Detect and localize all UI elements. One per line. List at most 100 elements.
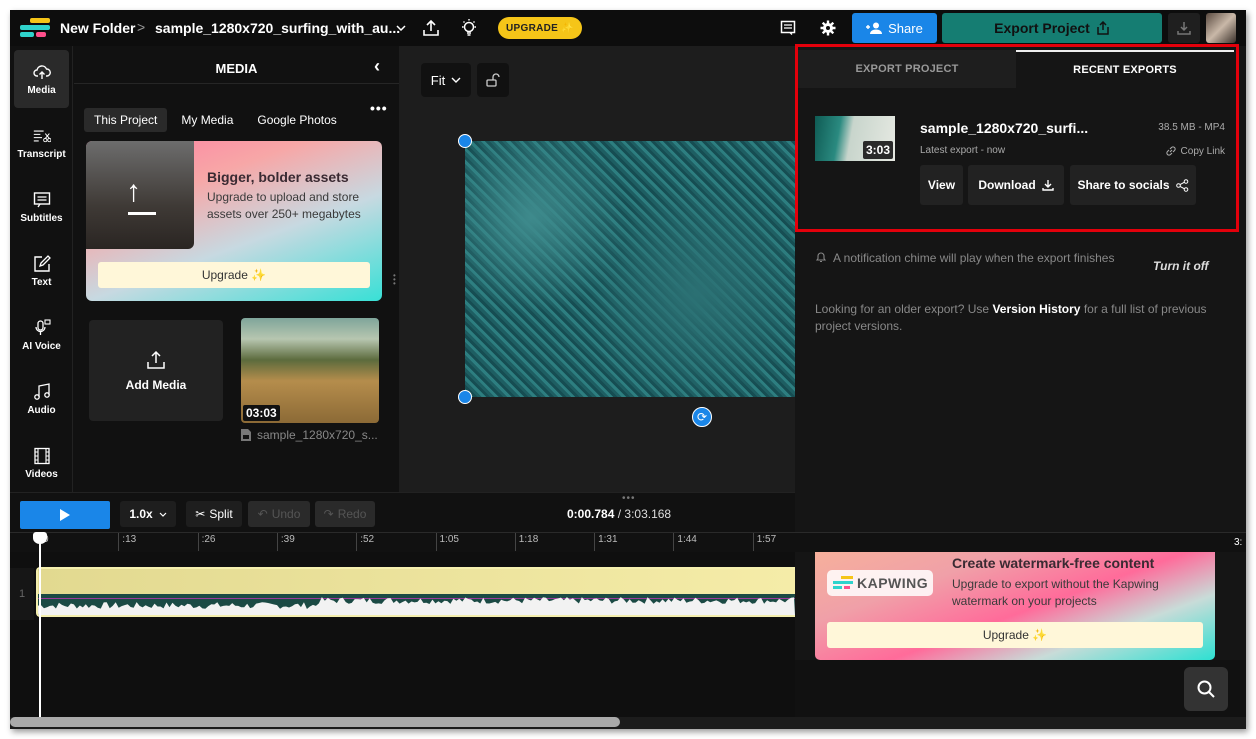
- cloud-upload-icon: [32, 64, 51, 79]
- add-media-button[interactable]: Add Media: [89, 320, 223, 421]
- tab-this-project[interactable]: This Project: [84, 108, 168, 132]
- tab-my-media[interactable]: My Media: [171, 108, 243, 132]
- undo-button[interactable]: ↶ Undo: [248, 501, 310, 527]
- app-window: New Folder > sample_1280x720_surfing_wit…: [10, 10, 1246, 729]
- watermark-promo-card: KAPWING Create watermark-free content Up…: [815, 543, 1215, 660]
- export-project-button[interactable]: Export Project: [942, 13, 1162, 43]
- nav-label: Text: [31, 276, 52, 288]
- video-clip[interactable]: [36, 567, 795, 617]
- nav-label: AI Voice: [22, 340, 61, 352]
- transcript-icon: [33, 130, 51, 142]
- video-preview[interactable]: [465, 141, 795, 397]
- ruler-tick-fragment: 3:: [1234, 537, 1243, 548]
- download-icon: [1177, 22, 1191, 35]
- ruler-tick: :13: [118, 533, 136, 551]
- watermark-upgrade-button[interactable]: Upgrade ✨: [827, 622, 1203, 648]
- timeline-scrollbar-thumb[interactable]: [10, 717, 620, 727]
- clip-video-strip: [38, 569, 795, 594]
- nav-item-transcript[interactable]: Transcript: [14, 114, 69, 172]
- download-button[interactable]: [1168, 13, 1200, 43]
- upload-icon[interactable]: [420, 17, 442, 39]
- media-panel: MEDIA ‹ ••• This Project My Media Google…: [74, 46, 399, 492]
- nav-label: Media: [27, 84, 56, 96]
- rotate-handle-icon[interactable]: ⟳: [692, 407, 712, 427]
- file-icon: [241, 429, 251, 441]
- view-button[interactable]: View: [920, 165, 963, 205]
- download-export-button[interactable]: Download: [968, 165, 1064, 205]
- unlock-icon: [486, 73, 500, 87]
- split-button[interactable]: ✂ Split: [186, 501, 242, 527]
- zoom-fit-dropdown[interactable]: Fit: [421, 63, 471, 97]
- nav-label: Subtitles: [20, 212, 63, 224]
- microphone-icon: [34, 318, 51, 335]
- nav-item-subtitles[interactable]: Subtitles: [14, 178, 69, 236]
- tab-recent-exports[interactable]: RECENT EXPORTS: [1016, 50, 1234, 88]
- chevron-down-icon[interactable]: [394, 20, 408, 36]
- share-nodes-icon: [1175, 178, 1188, 192]
- chevron-down-icon: [451, 77, 461, 83]
- bell-icon: [815, 252, 827, 263]
- media-item-thumbnail[interactable]: 03:03: [241, 318, 379, 423]
- ruler-tick: 1:44: [673, 533, 697, 551]
- watermark-promo-heading: Create watermark-free content: [952, 555, 1155, 571]
- user-avatar[interactable]: [1206, 13, 1236, 43]
- track-number: 1: [10, 568, 34, 620]
- copy-link-button[interactable]: Copy Link: [1165, 145, 1225, 157]
- upgrade-promo-card: ↑ Bigger, bolder assets Upgrade to uploa…: [86, 141, 382, 301]
- tab-export-project[interactable]: EXPORT PROJECT: [798, 50, 1016, 88]
- aspect-lock-button[interactable]: [477, 63, 509, 97]
- playhead[interactable]: [39, 534, 41, 729]
- search-button[interactable]: [1184, 667, 1228, 711]
- playhead-handle[interactable]: [33, 532, 47, 544]
- share-label: Share: [888, 20, 923, 36]
- playback-speed-dropdown[interactable]: 1.0x: [120, 501, 176, 527]
- ruler-tick: 1:57: [752, 533, 776, 551]
- nav-item-media[interactable]: Media: [14, 50, 69, 108]
- version-history-link[interactable]: Version History: [992, 302, 1080, 316]
- play-button[interactable]: [20, 501, 110, 529]
- nav-item-audio[interactable]: Audio: [14, 370, 69, 428]
- lightbulb-icon[interactable]: [458, 17, 480, 39]
- scissors-icon: ✂: [195, 507, 206, 521]
- version-history-hint: Looking for an older export? Use Version…: [815, 302, 1207, 333]
- settings-gear-icon[interactable]: [818, 18, 838, 38]
- kapwing-logo[interactable]: [20, 18, 50, 38]
- more-options-icon[interactable]: •••: [370, 100, 388, 116]
- total-time: 3:03.168: [624, 507, 672, 521]
- timeline-resize-handle[interactable]: •••: [622, 493, 636, 504]
- upgrade-button[interactable]: UPGRADE ✨: [498, 17, 582, 39]
- current-time: 0:00.784: [567, 507, 615, 521]
- export-thumbnail[interactable]: 3:03: [815, 116, 895, 161]
- comments-icon[interactable]: [778, 18, 798, 38]
- ruler-tick: :52: [356, 533, 374, 551]
- export-file-size: 38.5 MB - MP4: [1158, 122, 1225, 133]
- collapse-panel-icon[interactable]: ‹: [374, 56, 380, 77]
- share-button[interactable]: Share: [852, 13, 937, 43]
- ruler-tick: 1:18: [514, 533, 538, 551]
- resize-handle-top-left[interactable]: [458, 134, 472, 148]
- canvas-area: Fit • • • ⟳: [393, 46, 795, 492]
- promo-heading: Bigger, bolder assets: [207, 169, 349, 185]
- panel-title: MEDIA: [74, 46, 399, 84]
- nav-item-text[interactable]: Text: [14, 242, 69, 300]
- promo-image: ↑: [86, 141, 194, 249]
- nav-item-videos[interactable]: Videos: [14, 434, 69, 492]
- ruler-tick: :26: [197, 533, 216, 551]
- tab-google-photos[interactable]: Google Photos: [247, 108, 346, 132]
- redo-button[interactable]: ↷ Redo: [315, 501, 375, 527]
- watermark-promo-body: Upgrade to export without the Kapwing wa…: [952, 577, 1159, 608]
- promo-upgrade-button[interactable]: Upgrade ✨: [98, 262, 370, 288]
- share-to-socials-button[interactable]: Share to socials: [1070, 165, 1196, 205]
- audio-waveform: [38, 597, 795, 615]
- breadcrumb-folder[interactable]: New Folder: [60, 20, 135, 36]
- turn-off-link[interactable]: Turn it off: [1153, 259, 1209, 273]
- nav-item-ai-voice[interactable]: AI Voice: [14, 306, 69, 364]
- share-out-icon: [1097, 21, 1109, 35]
- timeline-ruler[interactable]: 0:13:26:39:521:051:181:311:441:57: [10, 532, 1246, 552]
- time-readout: 0:00.784 / 3:03.168: [567, 507, 672, 521]
- resize-handle-bottom-left[interactable]: [458, 390, 472, 404]
- export-duration: 3:03: [862, 141, 893, 159]
- add-media-label: Add Media: [125, 377, 187, 392]
- panel-resize-handle[interactable]: • • •: [393, 272, 399, 288]
- project-name[interactable]: sample_1280x720_surfing_with_au...: [155, 20, 400, 36]
